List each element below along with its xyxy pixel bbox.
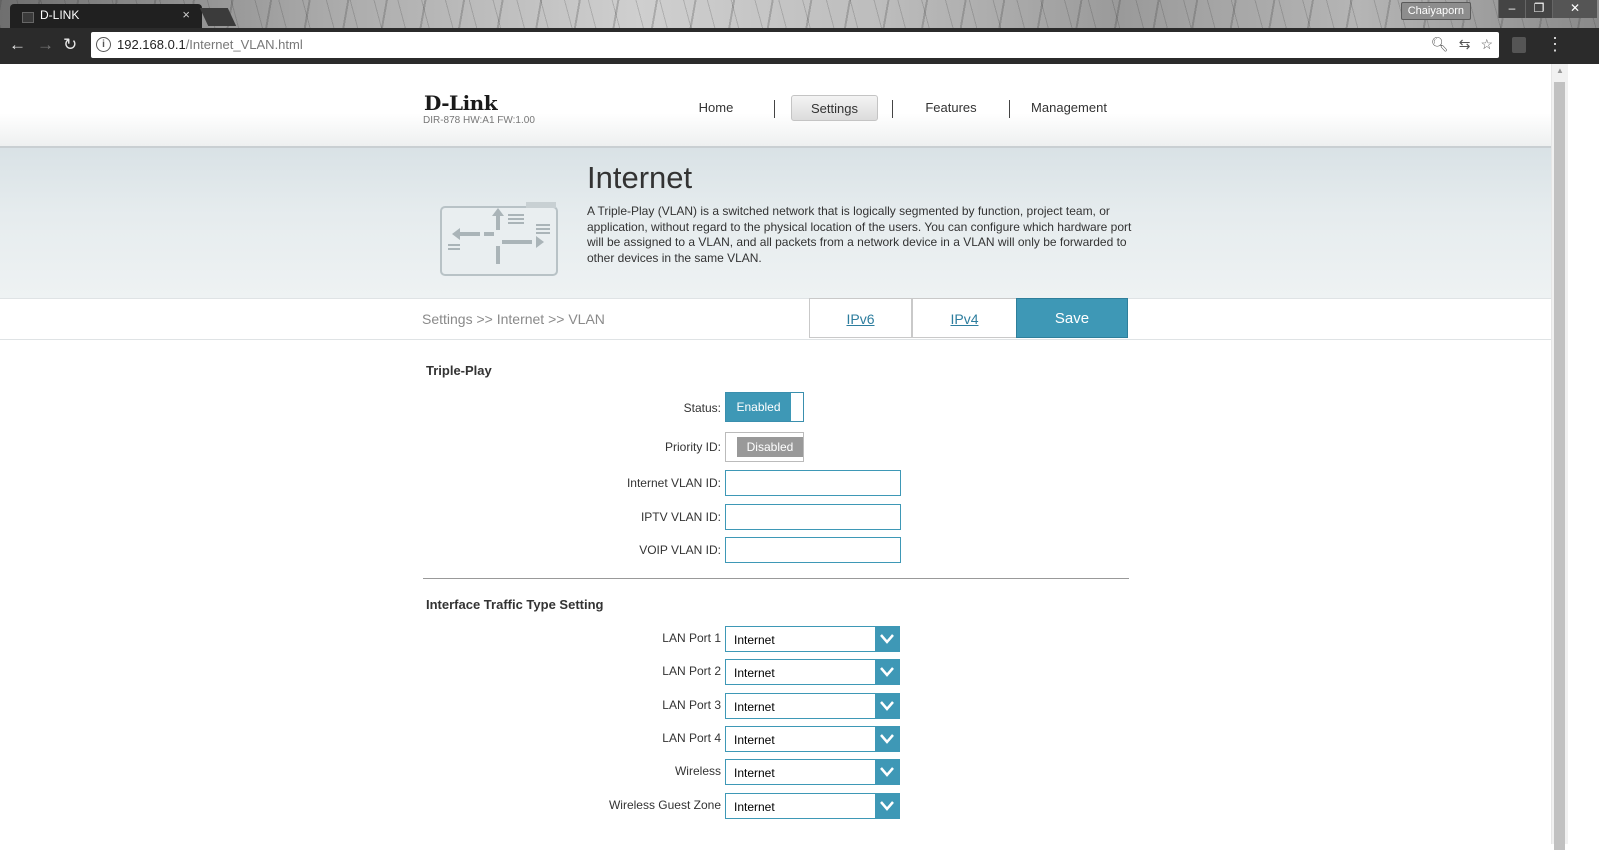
window-titlebar: D-LINK × Chaiyaporn – ❐ ✕ bbox=[0, 0, 1599, 28]
section-divider bbox=[423, 578, 1129, 579]
tab-title: D-LINK bbox=[40, 8, 80, 22]
restore-button[interactable]: ❐ bbox=[1525, 0, 1552, 18]
lan-port-1-label: LAN Port 1 bbox=[662, 631, 721, 645]
profile-button[interactable]: Chaiyaporn bbox=[1400, 2, 1471, 20]
chevron-down-icon[interactable] bbox=[875, 660, 899, 684]
browser-toolbar: ← → ↻ i 192.168.0.1/Internet_VLAN.html 🔍… bbox=[0, 28, 1599, 64]
nav-separator bbox=[1009, 100, 1010, 118]
tab-close-icon[interactable]: × bbox=[182, 7, 190, 22]
address-bar[interactable]: i 192.168.0.1/Internet_VLAN.html 🔍︎ ⇆ ☆ bbox=[91, 32, 1499, 58]
nav-separator bbox=[774, 100, 775, 118]
translate-icon[interactable]: ⇆ bbox=[1459, 36, 1471, 53]
wireless-label: Wireless bbox=[674, 764, 721, 778]
wireless-select[interactable]: Internet bbox=[725, 759, 900, 785]
page-title: Internet bbox=[587, 160, 693, 195]
status-toggle-value: Enabled bbox=[726, 393, 791, 421]
browser-menu-icon[interactable]: ⋮ bbox=[1546, 34, 1564, 55]
chevron-down-icon[interactable] bbox=[875, 794, 899, 818]
ipv6-link[interactable]: IPv6 bbox=[809, 298, 912, 338]
select-value: Internet bbox=[734, 633, 775, 647]
voip-vlan-id-label: VOIP VLAN ID: bbox=[639, 543, 721, 557]
select-value: Internet bbox=[734, 766, 775, 780]
page-description: A Triple-Play (VLAN) is a switched netwo… bbox=[587, 204, 1132, 265]
section-title-triple-play: Triple-Play bbox=[426, 363, 492, 378]
breadcrumb-bar: Settings >> Internet >> VLAN IPv6 IPv4 S… bbox=[0, 298, 1551, 340]
page-scrollbar[interactable]: ▲ bbox=[1551, 64, 1568, 850]
page-header: D-Link DIR-878 HW:A1 FW:1.00 Home Settin… bbox=[0, 64, 1551, 148]
minimize-button[interactable]: – bbox=[1498, 0, 1525, 18]
internet-vlan-id-label: Internet VLAN ID: bbox=[626, 476, 721, 490]
nav-separator bbox=[892, 100, 893, 118]
select-value: Internet bbox=[734, 733, 775, 747]
reload-icon[interactable]: ↻ bbox=[63, 36, 77, 54]
lan-port-2-label: LAN Port 2 bbox=[662, 664, 721, 678]
zoom-icon[interactable]: 🔍︎ bbox=[1431, 36, 1449, 53]
model-info: DIR-878 HW:A1 FW:1.00 bbox=[423, 115, 535, 126]
lan-port-2-select[interactable]: Internet bbox=[725, 659, 900, 685]
star-icon[interactable]: ☆ bbox=[1480, 36, 1493, 53]
status-toggle[interactable]: Enabled bbox=[725, 392, 804, 422]
nav-features[interactable]: Features bbox=[915, 95, 987, 121]
iptv-vlan-id-input[interactable] bbox=[725, 504, 901, 530]
vlan-illustration-icon bbox=[440, 202, 558, 276]
lan-port-3-select[interactable]: Internet bbox=[725, 693, 900, 719]
section-title-traffic-type: Interface Traffic Type Setting bbox=[426, 597, 604, 612]
priority-id-label: Priority ID: bbox=[664, 440, 721, 454]
lan-port-3-label: LAN Port 3 bbox=[662, 698, 721, 712]
lan-port-4-label: LAN Port 4 bbox=[662, 731, 721, 745]
forward-icon[interactable]: → bbox=[37, 36, 54, 54]
internet-banner: Internet A Triple-Play (VLAN) is a switc… bbox=[0, 148, 1551, 298]
select-value: Internet bbox=[734, 800, 775, 814]
lan-port-1-select[interactable]: Internet bbox=[725, 626, 900, 652]
window-controls: – ❐ ✕ bbox=[1498, 0, 1597, 20]
omnibox-actions: 🔍︎ ⇆ ☆ bbox=[1431, 36, 1493, 53]
wireless-guest-zone-select[interactable]: Internet bbox=[725, 793, 900, 819]
close-window-button[interactable]: ✕ bbox=[1552, 0, 1597, 18]
titlebar-background bbox=[0, 0, 1599, 28]
chevron-down-icon[interactable] bbox=[875, 760, 899, 784]
extension-icon[interactable] bbox=[1512, 37, 1526, 53]
chevron-down-icon[interactable] bbox=[875, 694, 899, 718]
save-button[interactable]: Save bbox=[1016, 298, 1128, 338]
url-text[interactable]: 192.168.0.1/Internet_VLAN.html bbox=[117, 37, 303, 52]
priority-id-toggle-value: Disabled bbox=[737, 437, 803, 457]
chevron-down-icon[interactable] bbox=[875, 627, 899, 651]
chevron-down-icon[interactable] bbox=[875, 727, 899, 751]
nav-management[interactable]: Management bbox=[1025, 95, 1113, 121]
nav-settings[interactable]: Settings bbox=[791, 95, 878, 121]
back-icon[interactable]: ← bbox=[9, 36, 26, 54]
scrollbar-thumb[interactable] bbox=[1554, 82, 1565, 850]
priority-id-toggle[interactable]: Disabled bbox=[725, 432, 804, 462]
internet-vlan-id-input[interactable] bbox=[725, 470, 901, 496]
scroll-up-icon[interactable]: ▲ bbox=[1556, 66, 1564, 75]
iptv-vlan-id-label: IPTV VLAN ID: bbox=[640, 510, 721, 524]
select-value: Internet bbox=[734, 666, 775, 680]
voip-vlan-id-input[interactable] bbox=[725, 537, 901, 563]
status-label: Status: bbox=[683, 401, 721, 415]
breadcrumb: Settings >> Internet >> VLAN bbox=[422, 311, 605, 327]
dlink-logo[interactable]: D-Link bbox=[424, 91, 498, 115]
nav-home[interactable]: Home bbox=[686, 95, 746, 121]
lan-port-4-select[interactable]: Internet bbox=[725, 726, 900, 752]
dlink-favicon-icon bbox=[22, 12, 34, 23]
router-page: D-Link DIR-878 HW:A1 FW:1.00 Home Settin… bbox=[0, 64, 1551, 844]
ipv4-link[interactable]: IPv4 bbox=[912, 298, 1017, 338]
site-info-icon[interactable]: i bbox=[96, 37, 111, 52]
select-value: Internet bbox=[734, 700, 775, 714]
browser-tab[interactable]: D-LINK × bbox=[10, 4, 202, 28]
wireless-guest-zone-label: Wireless Guest Zone bbox=[608, 798, 721, 812]
